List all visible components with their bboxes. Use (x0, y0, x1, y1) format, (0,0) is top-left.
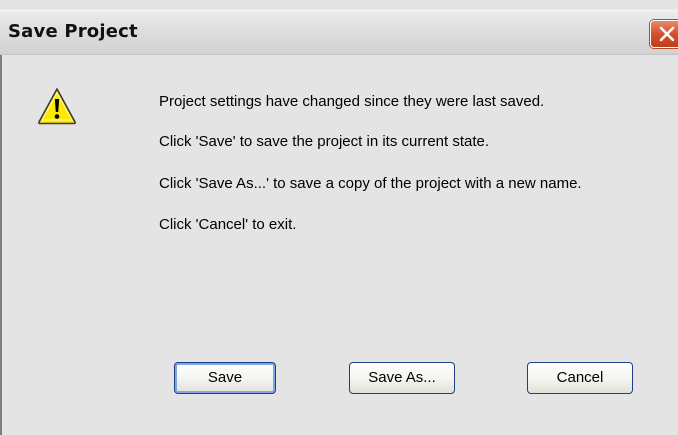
message-line-changed: Project settings have changed since they… (159, 93, 545, 110)
save-as-button[interactable]: Save As... (349, 362, 455, 394)
cancel-button[interactable]: Cancel (527, 362, 633, 394)
message-line-save-as: Click 'Save As...' to save a copy of the… (159, 175, 582, 192)
save-button[interactable]: Save (174, 362, 276, 394)
title-bar[interactable]: Save Project (0, 10, 678, 55)
message-line-save: Click 'Save' to save the project in its … (159, 133, 490, 150)
message-line-cancel: Click 'Cancel' to exit. (159, 216, 297, 233)
warning-icon (38, 88, 76, 125)
save-project-dialog: Save Project Project settings have chang… (0, 0, 678, 435)
window-border (0, 55, 2, 435)
close-icon (659, 26, 675, 42)
close-button[interactable] (650, 20, 678, 48)
window-title: Save Project (8, 21, 138, 42)
